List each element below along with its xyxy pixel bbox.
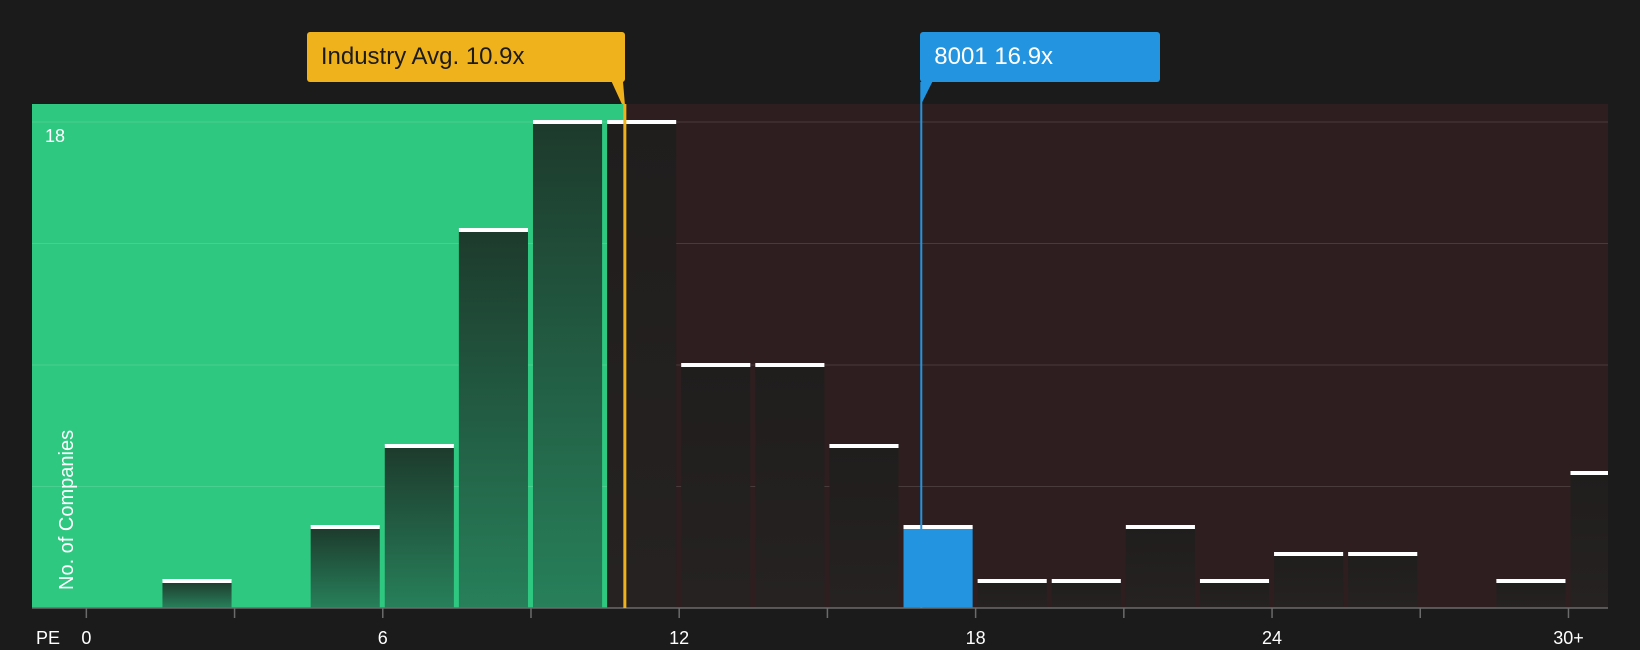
histogram-bar <box>607 122 677 608</box>
histogram-bar <box>681 365 751 608</box>
histogram-bar <box>1274 554 1344 608</box>
bar-cap <box>977 579 1047 583</box>
histogram-bar <box>1051 581 1121 608</box>
bar-cap <box>1125 525 1195 529</box>
y-axis-label: No. of Companies <box>56 429 78 590</box>
histogram-bar <box>829 446 899 608</box>
histogram-bar <box>1496 581 1566 608</box>
y-max-tick-label: 18 <box>45 126 66 146</box>
x-tick-label: 0 <box>81 628 92 648</box>
company-callout-pointer <box>921 80 934 104</box>
histogram-bar <box>1348 554 1418 608</box>
histogram-bar <box>1125 527 1195 608</box>
bar-cap <box>310 525 380 529</box>
bar-cap <box>755 363 825 367</box>
x-tick-label: 18 <box>965 628 986 648</box>
x-tick-label: 6 <box>377 628 388 648</box>
bar-cap <box>532 120 603 124</box>
bar-cap <box>829 444 899 448</box>
x-axis-label: PE <box>36 628 61 648</box>
bar-cap <box>1348 552 1418 556</box>
bar-cap <box>903 525 973 529</box>
industry-callout-pointer <box>610 80 625 104</box>
bar-cap <box>1570 471 1608 475</box>
histogram-bar <box>532 122 603 608</box>
x-tick-label: 12 <box>669 628 690 648</box>
bar-cap <box>1496 579 1566 583</box>
bar-cap <box>1199 579 1270 583</box>
bar-cap <box>1274 552 1344 556</box>
histogram-bar <box>977 581 1047 608</box>
industry-avg-callout: Industry Avg. 10.9x <box>306 32 625 82</box>
x-tick-label: 30+ <box>1553 628 1584 648</box>
bar-cap <box>607 120 677 124</box>
pe-distribution-chart <box>32 80 1608 618</box>
bar-cap <box>681 363 751 367</box>
bar-cap <box>162 579 232 583</box>
histogram-bar <box>1199 581 1270 608</box>
bar-cap <box>458 228 528 232</box>
histogram-bar <box>755 365 825 608</box>
histogram-bar <box>1570 473 1608 608</box>
histogram-bar <box>384 446 454 608</box>
bar-cap <box>384 444 454 448</box>
company-pe-callout: 8001 16.9x <box>920 32 1161 82</box>
histogram-bar <box>162 581 232 608</box>
histogram-bar <box>903 527 973 608</box>
histogram-bar <box>458 230 528 608</box>
x-tick-label: 24 <box>1262 628 1283 648</box>
bar-cap <box>1051 579 1121 583</box>
histogram-bar <box>310 527 380 608</box>
